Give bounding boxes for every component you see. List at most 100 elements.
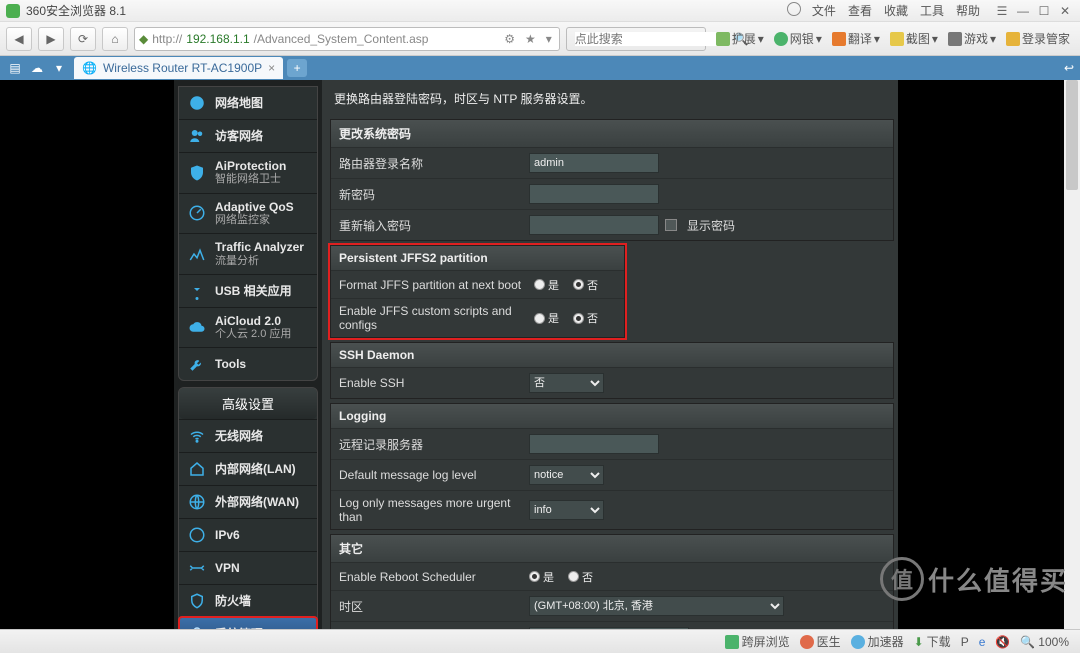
remote-log-input[interactable] (529, 434, 659, 454)
format-jffs-no[interactable]: 否 (573, 277, 598, 293)
status-zoom[interactable]: 🔍100% (1015, 635, 1074, 649)
menu-file[interactable]: 文件 (807, 2, 841, 19)
ntp-input[interactable] (529, 627, 689, 629)
home-button[interactable]: ⌂ (102, 27, 128, 51)
shield-icon: ◆ (139, 32, 148, 46)
close-button[interactable]: ✕ (1056, 4, 1074, 18)
sidebar-item-firewall[interactable]: 防火墙 (179, 584, 317, 617)
url-ip: 192.168.1.1 (186, 32, 249, 46)
settings-icon[interactable]: ☰ (993, 4, 1011, 18)
url-prefix: http:// (152, 32, 182, 46)
sidebar-item-wan[interactable]: 外部网络(WAN) (179, 485, 317, 518)
tab-list-icon[interactable]: ▤ (4, 58, 26, 78)
sidebar-item-ipv6[interactable]: IPv6 (179, 518, 317, 551)
status-p[interactable]: P (956, 635, 974, 649)
section-ssh: SSH Daemon Enable SSH否 (330, 342, 894, 399)
cloud-icon[interactable]: ☁ (26, 58, 48, 78)
sidebar-section-advanced: 高级设置 无线网络 内部网络(LAN) 外部网络(WAN) IPv6 VPN 防… (178, 387, 318, 629)
show-password-label: 显示密码 (687, 217, 735, 234)
section-ssh-header: SSH Daemon (331, 343, 893, 367)
section-password-header: 更改系统密码 (331, 120, 893, 147)
router-app: 网络地图 访客网络 AiProtection智能网络卫士 Adaptive Qo… (174, 80, 898, 629)
tab-menu-icon[interactable]: ▾ (48, 58, 70, 78)
reload-button[interactable]: ⟳ (70, 27, 96, 51)
sidebar-item-map[interactable]: 网络地图 (179, 87, 317, 119)
sidebar-item-admin[interactable]: 系统管理 (179, 617, 317, 629)
section-other-header: 其它 (331, 535, 893, 562)
row-enable-ssh: Enable SSH否 (331, 367, 893, 398)
sidebar-item-wireless[interactable]: 无线网络 (179, 419, 317, 452)
login-name-input[interactable] (529, 153, 659, 173)
sidebar-item-aiprotection[interactable]: AiProtection智能网络卫士 (179, 152, 317, 193)
row-enable-jffs: Enable JFFS custom scripts and configs 是… (331, 298, 624, 337)
menu-help[interactable]: 帮助 (951, 2, 985, 19)
tab-close-icon[interactable]: × (268, 61, 275, 75)
row-reboot: Enable Reboot Scheduler 是 否 (331, 562, 893, 590)
search-box[interactable]: 🔍 (566, 27, 706, 51)
page-scrollbar[interactable] (1064, 80, 1080, 629)
dropdown-icon[interactable]: ▾ (543, 32, 555, 46)
menu-view[interactable]: 查看 (843, 2, 877, 19)
sidebar-item-traffic[interactable]: Traffic Analyzer流量分析 (179, 233, 317, 274)
tb-game[interactable]: 游戏▾ (944, 30, 1000, 47)
row-format-jffs: Format JFFS partition at next boot 是 否 (331, 270, 624, 298)
browser-title-bar: 360安全浏览器 8.1 文件 查看 收藏 工具 帮助 ☰ — ☐ ✕ (0, 0, 1080, 22)
reboot-yes[interactable]: 是 (529, 569, 554, 585)
star-icon[interactable]: ★ (522, 32, 539, 46)
timezone-select[interactable]: (GMT+08:00) 北京, 香港 (529, 596, 784, 616)
maximize-button[interactable]: ☐ (1035, 4, 1053, 18)
forward-button[interactable]: ▶ (38, 27, 64, 51)
section-logging: Logging 远程记录服务器 Default message log leve… (330, 403, 894, 530)
enable-jffs-no[interactable]: 否 (573, 310, 598, 326)
tab-back-icon[interactable]: ↩ (1058, 58, 1080, 78)
status-download[interactable]: ⬇下载 (909, 633, 956, 650)
back-button[interactable]: ◀ (6, 27, 32, 51)
browser-menu: 文件 查看 收藏 工具 帮助 (787, 2, 985, 19)
tb-login[interactable]: 登录管家 (1002, 30, 1074, 47)
show-password-checkbox[interactable] (665, 219, 677, 231)
browser-tab[interactable]: 🌐 Wireless Router RT-AC1900P × (74, 57, 283, 79)
user-icon[interactable] (787, 2, 801, 16)
tb-trans[interactable]: 翻译▾ (828, 30, 884, 47)
reboot-no[interactable]: 否 (568, 569, 593, 585)
sidebar-item-aicloud[interactable]: AiCloud 2.0个人云 2.0 应用 (179, 307, 317, 348)
urgent-select[interactable]: info (529, 500, 604, 520)
new-tab-button[interactable]: + (287, 59, 307, 77)
url-bar[interactable]: ◆ http://192.168.1.1/Advanced_System_Con… (134, 27, 560, 51)
scrollbar-thumb[interactable] (1066, 80, 1078, 190)
status-cross[interactable]: 跨屏浏览 (720, 633, 795, 650)
page-description: 更换路由器登陆密码，时区与 NTP 服务器设置。 (330, 80, 894, 119)
sidebar-item-lan[interactable]: 内部网络(LAN) (179, 452, 317, 485)
compat-icon[interactable]: ⚙ (501, 32, 518, 46)
status-doctor[interactable]: 医生 (795, 633, 846, 650)
tb-shot[interactable]: 截图▾ (886, 30, 942, 47)
enable-jffs-yes[interactable]: 是 (534, 310, 559, 326)
tb-ext[interactable]: 扩展▾ (712, 30, 768, 47)
window-buttons: ☰ — ☐ ✕ (993, 4, 1074, 18)
browser-status-bar: 跨屏浏览 医生 加速器 ⬇下载 P e 🔇 🔍100% (0, 629, 1080, 653)
menu-tools[interactable]: 工具 (915, 2, 949, 19)
tb-net[interactable]: 网银▾ (770, 30, 826, 47)
log-level-select[interactable]: notice (529, 465, 604, 485)
search-input[interactable] (575, 32, 730, 46)
browser-logo-icon (6, 4, 20, 18)
sidebar-item-qos[interactable]: Adaptive QoS网络监控家 (179, 193, 317, 234)
status-e[interactable]: e (974, 635, 991, 649)
minimize-button[interactable]: — (1014, 4, 1032, 18)
enable-ssh-select[interactable]: 否 (529, 373, 604, 393)
row-urgent: Log only messages more urgent thaninfo (331, 490, 893, 529)
retype-password-input[interactable] (529, 215, 659, 235)
content-area: 更换路由器登陆密码，时区与 NTP 服务器设置。 更改系统密码 路由器登录名称 … (322, 80, 898, 629)
status-accel[interactable]: 加速器 (846, 633, 909, 650)
status-mute[interactable]: 🔇 (990, 635, 1015, 649)
new-password-input[interactable] (529, 184, 659, 204)
sidebar-item-usb[interactable]: USB 相关应用 (179, 274, 317, 307)
watermark-text: 什么值得买 (928, 561, 1068, 598)
sidebar-item-tools[interactable]: Tools (179, 347, 317, 380)
sidebar-item-vpn[interactable]: VPN (179, 551, 317, 584)
menu-fav[interactable]: 收藏 (879, 2, 913, 19)
sidebar-item-guest[interactable]: 访客网络 (179, 119, 317, 152)
section-jffs: Persistent JFFS2 partition Format JFFS p… (330, 245, 625, 338)
format-jffs-yes[interactable]: 是 (534, 277, 559, 293)
section-other: 其它 Enable Reboot Scheduler 是 否 时区(GMT+08… (330, 534, 894, 629)
